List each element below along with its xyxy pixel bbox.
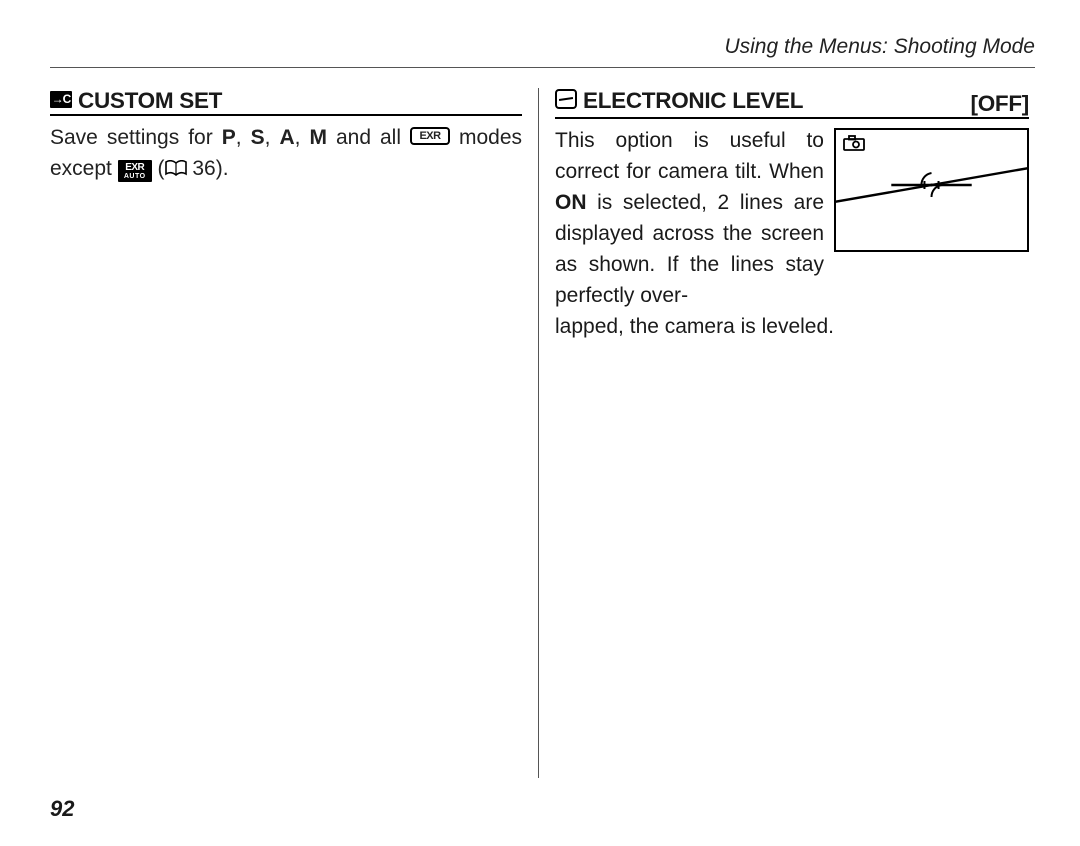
- section-breadcrumb: Using the Menus: Shooting Mode: [50, 35, 1035, 68]
- custom-set-heading: CUSTOM SET: [50, 88, 522, 116]
- txt: ,: [265, 126, 280, 149]
- txt: ,: [295, 126, 310, 149]
- electronic-level-title: ELECTRONIC LEVEL: [583, 88, 803, 114]
- electronic-level-icon: [555, 89, 577, 109]
- exr-icon: [410, 127, 450, 145]
- txt: ).: [216, 157, 229, 180]
- electronic-level-body: This option is useful to correct for cam…: [555, 125, 1029, 342]
- electronic-level-heading: ELECTRONIC LEVEL [OFF]: [555, 88, 1029, 119]
- txt: Save settings for: [50, 126, 222, 149]
- txt: and all: [327, 126, 410, 149]
- txt: (: [152, 157, 165, 180]
- electronic-level-description-2: lapped, the camera is leveled.: [555, 311, 1029, 342]
- exr-auto-icon: EXRAUTO: [118, 160, 152, 182]
- page-ref: 36: [187, 157, 216, 180]
- mode-a: A: [279, 126, 294, 149]
- custom-set-description: Save settings for P, S, A, M and all mod…: [50, 122, 522, 184]
- on-label: ON: [555, 191, 587, 214]
- custom-set-title: CUSTOM SET: [78, 88, 222, 114]
- txt: ,: [236, 126, 251, 149]
- txt: is selected, 2 lines are displayed acros…: [555, 191, 824, 307]
- level-diagram: [834, 128, 1029, 252]
- book-icon: [165, 160, 187, 176]
- right-column: ELECTRONIC LEVEL [OFF]: [539, 88, 1029, 778]
- two-column-layout: CUSTOM SET Save settings for P, S, A, M …: [50, 88, 1035, 778]
- left-column: CUSTOM SET Save settings for P, S, A, M …: [50, 88, 538, 778]
- mode-p: P: [222, 126, 236, 149]
- manual-page: Using the Menus: Shooting Mode CUSTOM SE…: [0, 0, 1080, 846]
- electronic-level-status: [OFF]: [971, 91, 1029, 117]
- mode-s: S: [251, 126, 265, 149]
- page-number: 92: [50, 796, 74, 822]
- mode-m: M: [309, 126, 327, 149]
- txt: This option is useful to correct for cam…: [555, 129, 824, 183]
- custom-set-icon: [50, 91, 72, 108]
